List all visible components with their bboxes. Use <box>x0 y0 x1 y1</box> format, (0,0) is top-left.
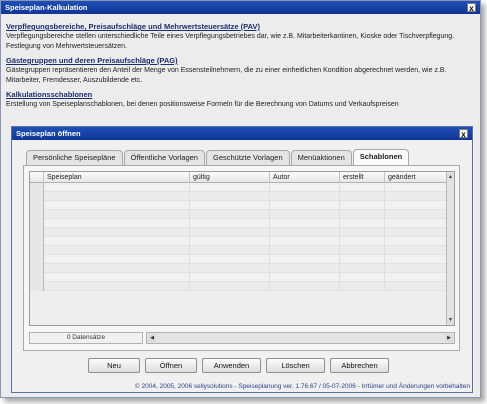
table-row[interactable] <box>30 282 448 291</box>
open-dialog: Speiseplan öffnen x Persönliche Speisepl… <box>11 126 473 393</box>
table-row[interactable] <box>30 210 448 219</box>
column-header-geaendert[interactable]: geändert <box>385 172 448 183</box>
tab-geschuetzte-vorlagen[interactable]: Geschützte Vorlagen <box>205 150 290 165</box>
close-window-button[interactable]: x <box>467 3 476 13</box>
table-body <box>30 183 448 325</box>
section-body-schablonen: Erstellung von Speiseplanschablonen, bei… <box>6 101 399 108</box>
table-row[interactable] <box>30 273 448 282</box>
column-header-erstellt[interactable]: erstellt <box>340 172 385 183</box>
tab-bar: Persönliche Speisepläne Öffentliche Vorl… <box>26 149 410 165</box>
record-count: 0 Datensätze <box>29 332 143 344</box>
column-header-gueltig[interactable]: gültig <box>190 172 270 183</box>
section-heading-pag[interactable]: Gästegruppen und deren Preisaufschläge (… <box>6 56 475 66</box>
tab-menueaktionen[interactable]: Menüaktionen <box>290 150 352 165</box>
section-body-pag: Gästegruppen repräsentieren den Anteil d… <box>6 67 447 84</box>
window-title: Speiseplan-Kalkulation <box>5 3 88 12</box>
scroll-down-icon[interactable]: ▼ <box>447 316 454 324</box>
table-row[interactable] <box>30 219 448 228</box>
table-row[interactable] <box>30 201 448 210</box>
vertical-scrollbar[interactable]: ▲ ▼ <box>446 172 454 325</box>
scroll-right-icon[interactable]: ▶ <box>445 334 453 342</box>
table-row[interactable] <box>30 264 448 273</box>
table-row[interactable] <box>30 192 448 201</box>
dialog-buttons: Neu Öffnen Anwenden Löschen Abbrechen <box>88 358 394 373</box>
column-header-speiseplan[interactable]: Speiseplan <box>44 172 190 183</box>
horizontal-scrollbar[interactable]: ◀ ▶ <box>146 332 455 344</box>
dialog-title: Speiseplan öffnen <box>16 129 81 138</box>
table-header: Speiseplan gültig Autor erstellt geänder… <box>30 172 454 183</box>
table-row[interactable] <box>30 246 448 255</box>
section-body-pav: Verpflegungsbereiche stellen unterschied… <box>6 33 455 50</box>
new-button[interactable]: Neu <box>88 358 140 373</box>
background-content: Verpflegungsbereiche, Preisaufschläge un… <box>1 14 480 116</box>
section-heading-pav[interactable]: Verpflegungsbereiche, Preisaufschläge un… <box>6 22 475 32</box>
open-button[interactable]: Öffnen <box>145 358 197 373</box>
table-row[interactable] <box>30 237 448 246</box>
table-row[interactable] <box>30 183 448 192</box>
table-footer: 0 Datensätze ◀ ▶ <box>29 332 455 344</box>
scroll-up-icon[interactable]: ▲ <box>447 173 454 181</box>
table-row[interactable] <box>30 255 448 264</box>
main-titlebar: Speiseplan-Kalkulation x <box>1 1 480 14</box>
tab-oeffentliche-vorlagen[interactable]: Öffentliche Vorlagen <box>123 150 205 165</box>
delete-button[interactable]: Löschen <box>266 358 325 373</box>
copyright-text: © 2004, 2005, 2006 sellysolutions - Spei… <box>134 383 470 390</box>
row-header-corner <box>30 172 44 183</box>
tab-panel: Speiseplan gültig Autor erstellt geänder… <box>23 165 460 351</box>
table-row[interactable] <box>30 228 448 237</box>
dialog-titlebar: Speiseplan öffnen x <box>12 127 472 140</box>
tab-persoenliche-speiseplaene[interactable]: Persönliche Speisepläne <box>26 150 123 165</box>
apply-button[interactable]: Anwenden <box>202 358 261 373</box>
section-heading-schablonen[interactable]: Kalkulationsschablonen <box>6 90 475 100</box>
tab-schablonen[interactable]: Schablonen <box>352 149 410 165</box>
template-table[interactable]: Speiseplan gültig Autor erstellt geänder… <box>29 171 455 326</box>
cancel-button[interactable]: Abbrechen <box>330 358 389 373</box>
column-header-autor[interactable]: Autor <box>270 172 340 183</box>
scroll-left-icon[interactable]: ◀ <box>148 334 156 342</box>
close-dialog-button[interactable]: x <box>459 129 468 139</box>
